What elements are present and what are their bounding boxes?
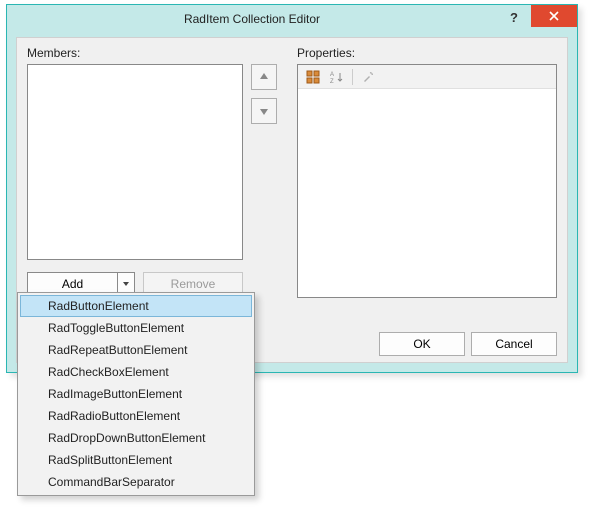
property-pages-button[interactable] [357,67,379,87]
svg-text:Z: Z [330,79,334,84]
properties-toolbar: A Z [298,65,556,89]
members-listbox[interactable] [27,64,243,260]
alphabetical-icon: A Z [330,70,344,84]
properties-panel: A Z [297,64,557,298]
titlebar-buttons: ? [497,5,577,33]
dropdown-item[interactable]: RadRadioButtonElement [20,405,252,427]
chevron-down-icon [122,280,130,288]
categorized-icon [306,70,320,84]
close-button[interactable] [531,5,577,27]
arrow-down-icon [258,105,270,117]
ok-button[interactable]: OK [379,332,465,356]
window-title: RadItem Collection Editor [7,12,497,26]
close-icon [549,11,559,21]
wrench-icon [361,70,375,84]
svg-text:A: A [330,72,334,78]
dropdown-item[interactable]: RadToggleButtonElement [20,317,252,339]
add-dropdown-menu: RadButtonElementRadToggleButtonElementRa… [17,292,255,496]
dropdown-item[interactable]: RadSplitButtonElement [20,449,252,471]
dropdown-item[interactable]: RadRepeatButtonElement [20,339,252,361]
dropdown-item[interactable]: CommandBarSeparator [20,471,252,493]
properties-label: Properties: [297,46,355,60]
dropdown-item[interactable]: RadImageButtonElement [20,383,252,405]
dropdown-item[interactable]: RadDropDownButtonElement [20,427,252,449]
alphabetical-view-button[interactable]: A Z [326,67,348,87]
cancel-button[interactable]: Cancel [471,332,557,356]
categorized-view-button[interactable] [302,67,324,87]
dropdown-item[interactable]: RadButtonElement [20,295,252,317]
toolbar-divider [352,69,353,85]
property-grid[interactable] [298,89,556,297]
move-down-button[interactable] [251,98,277,124]
arrow-up-icon [258,71,270,83]
titlebar[interactable]: RadItem Collection Editor ? [7,5,577,33]
help-button[interactable]: ? [497,6,531,28]
move-up-button[interactable] [251,64,277,90]
dropdown-item[interactable]: RadCheckBoxElement [20,361,252,383]
members-label: Members: [27,46,80,60]
